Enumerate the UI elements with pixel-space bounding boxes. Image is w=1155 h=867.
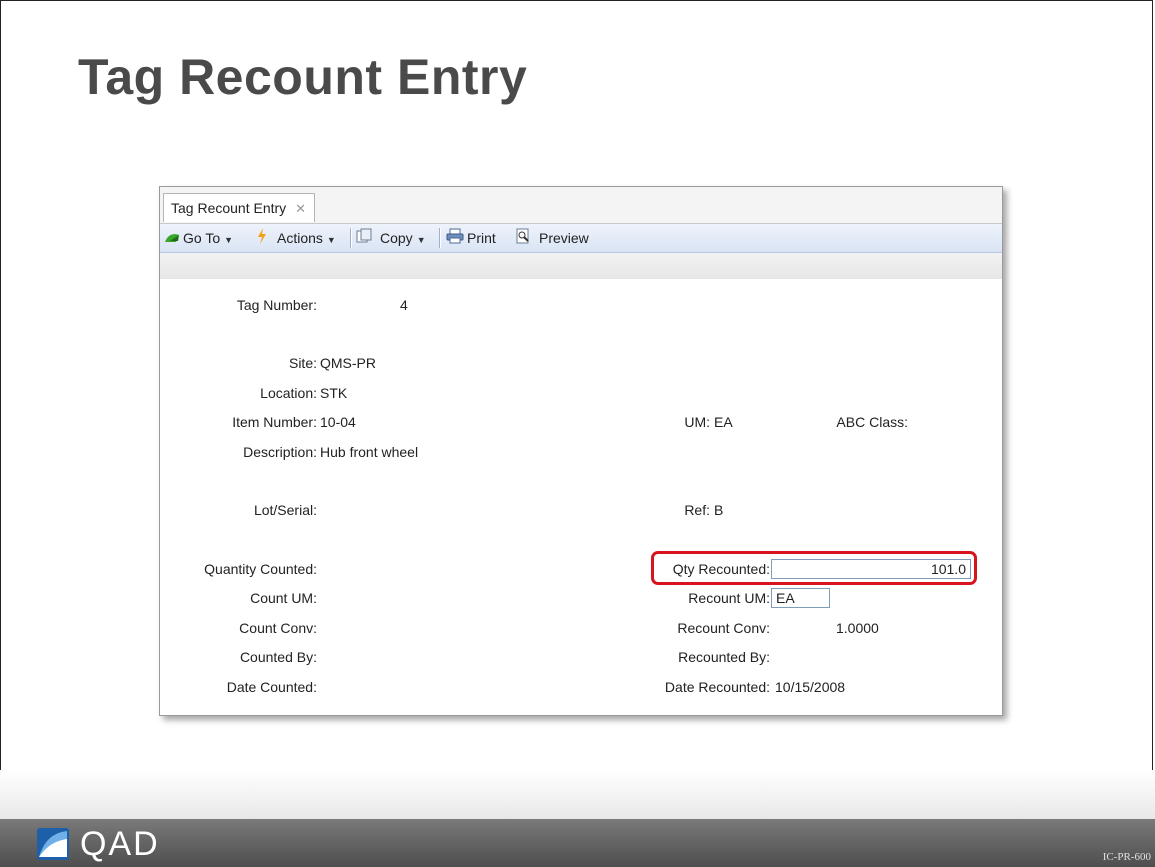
goto-label: Go To [183, 230, 221, 246]
description-label: Description: [243, 444, 317, 460]
tag-number-label: Tag Number: [236, 297, 317, 313]
item-number-value: 10-04 [320, 414, 356, 430]
date-counted-label: Date Counted: [226, 679, 317, 695]
count-um-label: Count UM: [250, 590, 317, 606]
counted-by-label: Counted By: [239, 649, 317, 665]
description-value: Hub front wheel [320, 444, 419, 460]
actions-label: Actions [277, 230, 323, 246]
count-conv-label: Count Conv: [239, 620, 317, 636]
um-value: EA [714, 414, 733, 430]
slide-code: IC-PR-600 [1102, 851, 1151, 863]
recount-conv-label: Recount Conv: [677, 620, 770, 636]
brand-name: QAD [80, 824, 160, 863]
copy-icon [356, 225, 372, 253]
site-label: Site: [288, 355, 317, 371]
abc-class-label: ABC Class: [836, 414, 908, 430]
copy-button[interactable]: Copy ▼ [356, 224, 426, 254]
qad-logo: QAD [36, 824, 160, 863]
slide-title: Tag Recount Entry [78, 49, 528, 105]
chevron-down-icon: ▼ [224, 235, 234, 245]
qty-recounted-highlight [651, 551, 977, 585]
chevron-down-icon: ▼ [326, 235, 336, 245]
date-recounted-value: 10/15/2008 [775, 679, 846, 695]
ref-value: B [714, 502, 724, 518]
item-number-label: Item Number: [232, 414, 317, 430]
um-label: UM: [684, 414, 710, 430]
tag-number-value: 4 [400, 297, 408, 313]
lot-serial-label: Lot/Serial: [253, 502, 317, 518]
close-icon[interactable]: ✕ [295, 194, 306, 223]
toolbar: Go To ▼ Actions ▼ Copy ▼ Print Preview [160, 224, 1002, 253]
preview-label: Preview [539, 230, 589, 246]
quantity-counted-label: Quantity Counted: [204, 561, 317, 577]
toolbar-separator [350, 228, 352, 248]
print-label: Print [467, 230, 496, 246]
chevron-down-icon: ▼ [416, 235, 426, 245]
tab-tag-recount-entry[interactable]: Tag Recount Entry ✕ [163, 193, 315, 222]
tab-label: Tag Recount Entry [171, 200, 287, 216]
tab-strip: Tag Recount Entry ✕ [160, 187, 1002, 224]
location-value: STK [320, 385, 348, 401]
actions-button[interactable]: Actions ▼ [256, 224, 336, 254]
print-button[interactable]: Print [446, 224, 496, 253]
recounted-by-label: Recounted By: [678, 649, 770, 665]
preview-button[interactable]: Preview [515, 224, 589, 253]
site-value: QMS-PR [320, 355, 376, 371]
sub-toolbar [160, 253, 1002, 279]
location-label: Location: [260, 385, 317, 401]
preview-icon [515, 225, 531, 253]
ref-label: Ref: [684, 502, 710, 518]
goto-icon [164, 225, 180, 253]
toolbar-separator [439, 228, 441, 248]
copy-label: Copy [380, 230, 413, 246]
lightning-icon [256, 225, 268, 253]
qad-logo-icon [37, 828, 69, 860]
app-window: Tag Recount Entry ✕ Go To ▼ Actions ▼ Copy… [159, 186, 1003, 716]
recount-conv-value: 1.0000 [836, 620, 879, 636]
recount-um-label: Recount UM: [688, 590, 770, 606]
recount-um-field[interactable]: EA [771, 588, 830, 608]
footer-fade [0, 770, 1155, 819]
footer-bar [0, 819, 1155, 867]
printer-icon [446, 225, 464, 253]
goto-button[interactable]: Go To ▼ [164, 224, 233, 254]
date-recounted-label: Date Recounted: [664, 679, 770, 695]
